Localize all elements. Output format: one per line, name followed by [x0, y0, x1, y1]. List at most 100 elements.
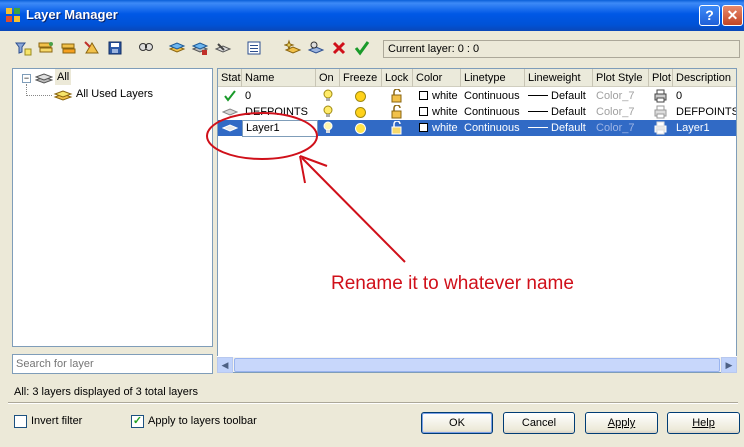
column-header-linetype[interactable]: Linetype — [461, 69, 525, 87]
filter-states-icon[interactable] — [60, 39, 78, 57]
apply-label: Apply — [607, 417, 636, 429]
invert-filter-label: Invert filter — [31, 415, 83, 427]
scroll-right-button[interactable]: ▶ — [721, 357, 737, 373]
save-icon[interactable] — [106, 39, 124, 57]
apply-toolbar-checkbox[interactable]: ✓ Apply to layers toolbar — [131, 414, 311, 429]
tree-item-all[interactable]: All — [55, 69, 72, 85]
column-header-name[interactable]: Name — [242, 69, 316, 87]
scroll-left-button[interactable]: ◀ — [217, 357, 233, 373]
tree-connector — [26, 95, 52, 96]
title-help-button[interactable]: ? — [699, 5, 720, 26]
apply-button[interactable]: Apply — [585, 412, 658, 434]
layer-list-icon[interactable] — [245, 39, 263, 57]
column-header-color[interactable]: Color — [413, 69, 461, 87]
color-swatch — [419, 123, 428, 132]
annotation-text: Rename it to whatever name — [331, 273, 574, 294]
column-header-status[interactable]: Stat — [218, 69, 242, 87]
layer-name[interactable]: DEFPOINTS — [242, 104, 316, 120]
layer-properties-icon[interactable] — [214, 39, 232, 57]
invert-filter-box[interactable] — [14, 415, 27, 428]
invert-filter-checkbox[interactable]: Invert filter — [14, 414, 134, 429]
layer-name-edit-field[interactable]: Layer1 — [242, 120, 318, 137]
layer-icon — [222, 108, 238, 116]
layer-lineweight[interactable]: Default — [525, 88, 593, 104]
sun-thawed-icon[interactable] — [354, 90, 367, 103]
unlocked-icon[interactable] — [390, 121, 403, 135]
sun-thawed-icon[interactable] — [354, 106, 367, 119]
help-button[interactable]: Help — [667, 412, 740, 434]
column-header-lineweight[interactable]: Lineweight — [525, 69, 593, 87]
layer-linetype[interactable]: Continuous — [461, 104, 525, 120]
lineweight-value: Default — [551, 90, 586, 102]
filter-tree-panel[interactable]: − All All Used Layers — [12, 68, 213, 347]
help-label: Help — [692, 417, 715, 429]
color-name: white — [432, 90, 458, 102]
lineweight-value: Default — [551, 106, 586, 118]
window-title: Layer Manager — [26, 7, 118, 22]
add-layer-icon[interactable] — [284, 39, 302, 57]
column-header-plot-style[interactable]: Plot Style — [593, 69, 649, 87]
layer-description[interactable]: 0 — [673, 88, 736, 104]
set-current-icon[interactable] — [353, 39, 371, 57]
column-header-on[interactable]: On — [316, 69, 340, 87]
cancel-button[interactable]: Cancel — [503, 412, 575, 434]
layer-plot-style: Color_7 — [596, 122, 635, 134]
tree-expander[interactable]: − — [22, 74, 31, 83]
layer-lineweight[interactable]: Default — [525, 120, 593, 136]
horizontal-scrollbar[interactable]: ◀ ▶ — [217, 356, 737, 373]
layer-plot-style: Color_7 — [596, 106, 635, 118]
apply-toolbar-label: Apply to layers toolbar — [148, 415, 257, 427]
unlocked-icon[interactable] — [390, 105, 403, 119]
lineweight-line — [528, 111, 548, 112]
status-text: All: 3 layers displayed of 3 total layer… — [14, 386, 199, 398]
printer-icon[interactable] — [653, 89, 668, 103]
printer-icon[interactable] — [653, 121, 668, 135]
lightbulb-on-icon[interactable] — [322, 121, 334, 135]
layer-color[interactable]: white — [416, 120, 461, 136]
layer-color[interactable]: white — [416, 104, 461, 120]
search-layer-input[interactable] — [12, 354, 213, 374]
layer-states-icon[interactable] — [83, 39, 101, 57]
layer-name[interactable]: 0 — [242, 88, 316, 104]
lineweight-line — [528, 95, 548, 96]
sun-thawed-icon[interactable] — [354, 122, 367, 135]
printer-disabled-icon[interactable] — [653, 105, 668, 119]
tree-item-all-used-layers[interactable]: All Used Layers — [76, 86, 153, 102]
group-filter-icon[interactable] — [37, 39, 55, 57]
layer-manager-app-icon — [6, 8, 20, 22]
delete-layer-icon[interactable] — [330, 39, 348, 57]
table-row[interactable]: DEFPOINTS white Continuous Default Color… — [218, 104, 736, 120]
layer-color[interactable]: white — [416, 88, 461, 104]
column-header-lock[interactable]: Lock — [382, 69, 413, 87]
title-bar: Layer Manager ? ✕ — [0, 0, 744, 31]
current-check-icon — [224, 90, 236, 102]
ok-button[interactable]: OK — [421, 412, 493, 434]
table-row[interactable]: 0 white Continuous Default Color_7 0 — [218, 88, 736, 104]
scroll-thumb[interactable] — [234, 358, 720, 372]
color-name: white — [432, 106, 458, 118]
layer-description[interactable]: Layer1 — [673, 120, 736, 136]
layer-description[interactable]: DEFPOINTS — [673, 104, 736, 120]
layer-linetype[interactable]: Continuous — [461, 88, 525, 104]
apply-toolbar-box[interactable]: ✓ — [131, 415, 144, 428]
new-layer-vp-icon[interactable] — [191, 39, 209, 57]
lightbulb-on-icon[interactable] — [322, 105, 334, 119]
new-filter-icon[interactable] — [14, 39, 32, 57]
unlocked-icon[interactable] — [390, 89, 403, 103]
layers-icon — [35, 73, 53, 84]
column-header-plot[interactable]: Plot — [649, 69, 673, 87]
column-header-freeze[interactable]: Freeze — [340, 69, 382, 87]
layer-settings-icon[interactable] — [307, 39, 325, 57]
table-row-selected[interactable]: Layer1 white Continuous Default Color_7 … — [218, 120, 736, 137]
grid-header: Stat Name On Freeze Lock Color Linetype … — [218, 69, 736, 87]
title-close-button[interactable]: ✕ — [722, 5, 743, 26]
divider — [8, 402, 738, 404]
column-header-description[interactable]: Description — [673, 69, 736, 87]
new-layer-icon[interactable] — [168, 39, 186, 57]
layer-linetype[interactable]: Continuous — [461, 120, 525, 136]
layer-grid[interactable]: Stat Name On Freeze Lock Color Linetype … — [217, 68, 737, 373]
find-icon[interactable] — [137, 39, 155, 57]
lightbulb-on-icon[interactable] — [322, 89, 334, 103]
color-swatch — [419, 107, 428, 116]
layer-lineweight[interactable]: Default — [525, 104, 593, 120]
